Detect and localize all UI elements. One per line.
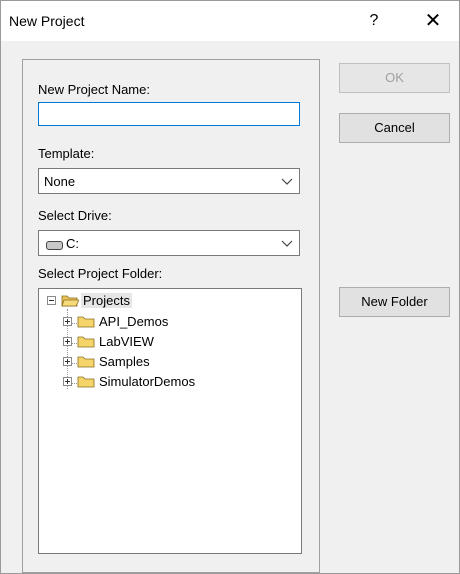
template-select-value: None xyxy=(44,174,76,189)
folder-tree[interactable]: Projects API_Demos LabVIEW Samples Simul… xyxy=(38,288,302,554)
drive-select[interactable]: C: xyxy=(38,230,300,256)
project-form-panel: New Project Name: Template: None Select … xyxy=(22,59,320,573)
cancel-button[interactable]: Cancel xyxy=(339,113,450,143)
project-name-input[interactable] xyxy=(38,102,300,126)
tree-node-label: SimulatorDemos xyxy=(99,374,196,389)
tree-node-label: LabVIEW xyxy=(99,334,154,349)
help-button[interactable]: ? xyxy=(357,7,391,35)
folder-icon xyxy=(77,316,95,328)
tree-node-simulator-demos[interactable]: SimulatorDemos xyxy=(39,373,289,391)
expand-icon[interactable] xyxy=(63,357,72,366)
drive-select-value: C: xyxy=(66,236,79,251)
project-name-label: New Project Name: xyxy=(38,82,150,97)
tree-node-label: Projects xyxy=(81,293,132,308)
title-bar: New Project ? ✕ xyxy=(1,1,459,41)
ok-button[interactable]: OK xyxy=(339,63,450,93)
template-select[interactable]: None xyxy=(38,168,300,194)
folder-icon xyxy=(77,336,95,348)
chevron-down-icon xyxy=(281,240,293,247)
folder-icon xyxy=(77,376,95,388)
tree-node-labview[interactable]: LabVIEW xyxy=(39,333,289,351)
expand-icon[interactable] xyxy=(63,377,72,386)
close-button[interactable]: ✕ xyxy=(415,7,451,35)
expand-icon[interactable] xyxy=(63,337,72,346)
new-folder-button[interactable]: New Folder xyxy=(339,287,450,317)
chevron-down-icon xyxy=(281,178,293,185)
template-label: Template: xyxy=(38,146,95,161)
folder-icon xyxy=(77,356,95,368)
dialog-title: New Project xyxy=(9,13,85,29)
folder-open-icon xyxy=(61,295,79,307)
expand-icon[interactable] xyxy=(63,317,72,326)
tree-node-label: Samples xyxy=(99,354,150,369)
new-project-dialog: New Project ? ✕ New Project Name: Templa… xyxy=(0,0,460,574)
drive-icon xyxy=(46,241,63,250)
tree-node-api-demos[interactable]: API_Demos xyxy=(39,313,289,331)
tree-node-projects[interactable]: Projects xyxy=(39,292,289,310)
drive-label: Select Drive: xyxy=(38,208,112,223)
collapse-icon[interactable] xyxy=(47,296,56,305)
tree-node-samples[interactable]: Samples xyxy=(39,353,289,371)
tree-node-label: API_Demos xyxy=(99,314,169,329)
project-folder-label: Select Project Folder: xyxy=(38,266,163,281)
